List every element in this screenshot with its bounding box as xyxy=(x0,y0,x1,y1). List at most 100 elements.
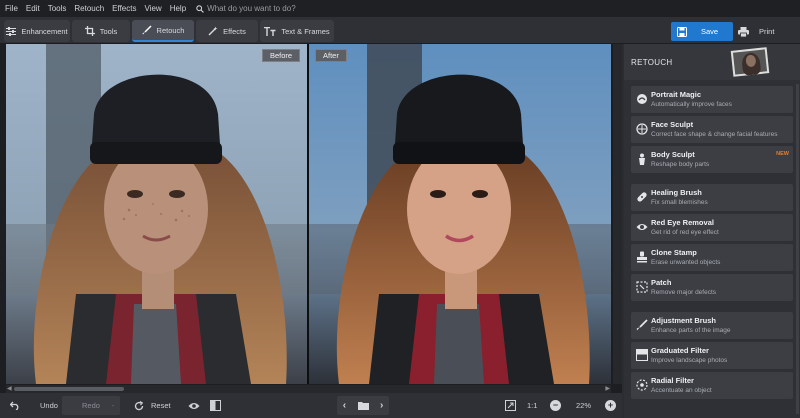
tool-red-eye-removal[interactable]: Red Eye Removal Get rid of red eye effec… xyxy=(631,214,793,241)
compare-icon xyxy=(210,400,221,411)
tab-text-frames[interactable]: Text & Frames xyxy=(260,20,334,42)
tool-title: Adjustment Brush xyxy=(651,316,717,325)
tool-title: Red Eye Removal xyxy=(651,218,714,227)
tab-effects[interactable]: Effects xyxy=(196,20,258,42)
reset-button[interactable]: Reset xyxy=(134,396,171,415)
graduated-filter-icon xyxy=(636,349,648,361)
printer-icon xyxy=(738,26,749,37)
redo-icon xyxy=(112,404,114,407)
menu-effects[interactable]: Effects xyxy=(108,4,140,13)
compare-button[interactable] xyxy=(210,396,221,415)
zoom-value: 22% xyxy=(576,401,592,410)
before-image xyxy=(6,44,307,384)
menu-file[interactable]: File xyxy=(0,4,22,13)
tool-title: Face Sculpt xyxy=(651,120,694,129)
actual-size-label: 1:1 xyxy=(527,401,538,410)
tool-description: Remove major defects xyxy=(651,289,717,296)
plus-icon: + xyxy=(605,400,616,411)
eye-icon xyxy=(636,224,648,230)
eye-icon xyxy=(188,402,200,409)
search-box[interactable]: What do you want to do? xyxy=(196,4,296,13)
image-canvas[interactable]: Before After ◀ ▶ xyxy=(0,44,622,393)
save-button[interactable]: Save xyxy=(671,22,733,41)
scroll-right-arrow[interactable]: ▶ xyxy=(605,385,610,392)
floppy-disk-icon xyxy=(677,26,687,37)
search-icon xyxy=(196,4,204,13)
body-sculpt-icon xyxy=(639,153,645,165)
retouch-panel: RETOUCH Portrait Magic Automatically imp… xyxy=(624,44,800,418)
menu-help[interactable]: Help xyxy=(166,4,190,13)
tool-graduated-filter[interactable]: Graduated Filter Improve landscape photo… xyxy=(631,342,793,369)
zoom-level[interactable]: 22% xyxy=(576,396,591,415)
fit-screen-button[interactable] xyxy=(505,396,516,415)
sliders-icon xyxy=(6,26,17,36)
tool-title: Portrait Magic xyxy=(651,90,702,99)
tool-title: Patch xyxy=(651,278,672,287)
tool-face-sculpt[interactable]: Face Sculpt Correct face shape & change … xyxy=(631,116,793,143)
preview-toggle-button[interactable] xyxy=(188,396,200,415)
tool-radial-filter[interactable]: Radial Filter Accentuate an object xyxy=(631,372,793,399)
tool-healing-brush[interactable]: Healing Brush Fix small blemishes xyxy=(631,184,793,211)
tab-enhancement[interactable]: Enhancement xyxy=(4,20,70,42)
menu-tools[interactable]: Tools xyxy=(44,4,71,13)
tab-tools-label: Tools xyxy=(99,26,118,36)
tool-adjustment-brush[interactable]: Adjustment Brush Enhance parts of the im… xyxy=(631,312,793,339)
scroll-left-arrow[interactable]: ◀ xyxy=(7,385,12,392)
menu-bar: File Edit Tools Retouch Effects View Hel… xyxy=(0,0,800,17)
tool-title: Body Sculpt xyxy=(651,150,695,159)
tool-body-sculpt[interactable]: Body Sculpt Reshape body parts NEW xyxy=(631,146,793,173)
tool-title: Radial Filter xyxy=(651,376,694,385)
chevron-right-icon[interactable]: › xyxy=(380,400,383,411)
tool-description: Reshape body parts xyxy=(651,161,710,168)
tab-retouch[interactable]: Retouch xyxy=(132,20,194,42)
retouch-preview-thumbnail xyxy=(730,47,770,77)
stamp-icon xyxy=(637,251,647,263)
brush-icon xyxy=(142,25,152,35)
redo-label: Redo xyxy=(82,401,100,410)
redo-button[interactable]: Redo xyxy=(62,396,120,415)
menu-view[interactable]: View xyxy=(140,4,165,13)
tool-description: Fix small blemishes xyxy=(651,199,708,206)
panel-title: RETOUCH xyxy=(631,58,673,67)
reset-icon xyxy=(134,400,144,410)
undo-icon xyxy=(10,401,19,410)
zoom-out-button[interactable]: − xyxy=(550,396,561,415)
tab-tools[interactable]: Tools xyxy=(72,20,130,42)
navigation-group: ‹ › xyxy=(337,396,389,415)
after-image xyxy=(309,44,611,384)
undo-button[interactable]: Undo xyxy=(10,396,58,415)
tool-description: Erase unwanted objects xyxy=(651,259,721,266)
tool-title: Clone Stamp xyxy=(651,248,697,257)
brush-icon xyxy=(636,319,648,331)
crop-icon xyxy=(84,26,95,36)
tool-portrait-magic[interactable]: Portrait Magic Automatically improve fac… xyxy=(631,86,793,113)
tool-description: Automatically improve faces xyxy=(651,101,732,108)
tool-title: Healing Brush xyxy=(651,188,702,197)
menu-retouch[interactable]: Retouch xyxy=(70,4,108,13)
panel-header: RETOUCH xyxy=(624,44,800,80)
tool-patch[interactable]: Patch Remove major defects xyxy=(631,274,793,301)
tool-description: Enhance parts of the image xyxy=(651,327,731,334)
scrollbar-thumb[interactable] xyxy=(14,387,124,391)
chevron-left-icon[interactable]: ‹ xyxy=(343,400,346,411)
actual-size-button[interactable]: 1:1 xyxy=(527,396,537,415)
magic-face-icon xyxy=(637,94,647,104)
panel-scrollbar[interactable] xyxy=(796,84,799,414)
after-photo[interactable]: After xyxy=(309,44,611,384)
fit-screen-icon xyxy=(505,400,516,411)
before-label: Before xyxy=(262,49,301,62)
folder-icon[interactable] xyxy=(357,401,369,410)
tab-effects-label: Effects xyxy=(223,26,246,36)
menu-edit[interactable]: Edit xyxy=(22,4,44,13)
vertical-scrollbar[interactable] xyxy=(613,44,622,384)
tool-title: Graduated Filter xyxy=(651,346,709,355)
zoom-in-button[interactable]: + xyxy=(605,396,616,415)
before-photo[interactable]: Before xyxy=(6,44,307,384)
tab-retouch-label: Retouch xyxy=(156,25,185,35)
print-button[interactable]: Print xyxy=(738,22,790,41)
horizontal-scrollbar[interactable]: ◀ ▶ xyxy=(6,385,611,393)
undo-label: Undo xyxy=(40,401,58,410)
magic-wand-icon xyxy=(208,26,218,36)
tool-clone-stamp[interactable]: Clone Stamp Erase unwanted objects xyxy=(631,244,793,271)
new-badge: NEW xyxy=(776,151,789,157)
